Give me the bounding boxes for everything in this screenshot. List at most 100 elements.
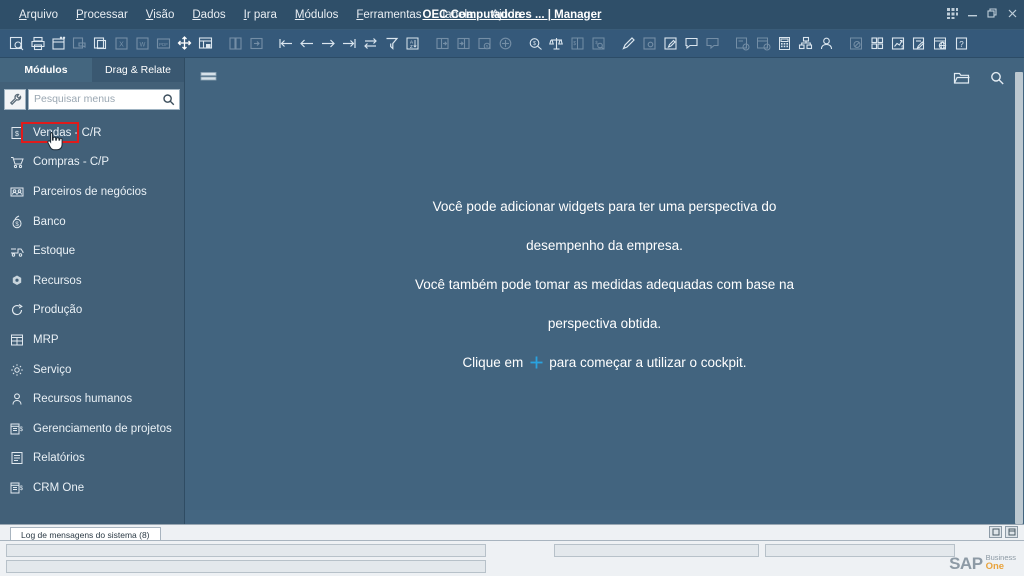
menu-ferramentas[interactable]: Ferramentas [347,5,430,25]
wrench-icon[interactable] [4,88,26,110]
status-field-2[interactable] [554,543,759,557]
sap-business-one-logo: SAP Business One [949,554,1016,572]
status-row-2 [6,559,1018,573]
sidebar-item-mrp[interactable]: MRP [0,325,184,355]
copy-icon[interactable] [90,33,111,54]
status-row-1 [6,543,1018,557]
excel-icon[interactable]: X [111,33,132,54]
scrollbar-thumb[interactable] [1015,72,1023,524]
title-bar: Arquivo Processar Visão Dados Ir para Mó… [0,0,1024,30]
edit-icon[interactable] [618,33,639,54]
volume-weight-icon[interactable] [495,33,516,54]
first-record-icon[interactable] [276,33,297,54]
status-field-1[interactable] [6,543,486,557]
tab-modulos[interactable]: Módulos [0,58,92,82]
help-icon[interactable]: ? [951,33,972,54]
menu-ajuda[interactable]: Ajuda [482,5,529,25]
sidebar-item-recursos[interactable]: Recursos [0,266,184,296]
sidebar-item-label: Recursos humanos [33,393,133,406]
duplicate-row-icon[interactable] [453,33,474,54]
sort-icon[interactable]: AZ [402,33,423,54]
main-scrollbar[interactable] [1014,58,1024,524]
hamburger-icon[interactable] [199,68,219,88]
approval-icon[interactable] [909,33,930,54]
menu-processar[interactable]: Processar [67,5,137,25]
layout-grid-icon[interactable] [867,33,888,54]
previous-record-icon[interactable] [297,33,318,54]
word-icon[interactable]: W [132,33,153,54]
lock-layout-icon[interactable] [195,33,216,54]
print-layout-icon[interactable] [48,33,69,54]
relationship-map-icon[interactable] [795,33,816,54]
sap-business-one-window: Arquivo Processar Visão Dados Ir para Mó… [0,0,1024,576]
menu-modulos[interactable]: Módulos [286,5,347,25]
search-input[interactable]: Pesquisar menus [28,88,180,110]
status-field-3[interactable] [765,543,955,557]
restore-icon[interactable] [987,7,998,22]
svg-text:?: ? [959,40,964,49]
log-tab[interactable]: Log de mensagens do sistema (8) [10,527,161,541]
sidebar-item-label: Compras - C/P [33,156,110,169]
sidebar-item-parceiros[interactable]: Parceiros de negócios [0,177,184,207]
menu-ir-para[interactable]: Ir para [235,5,286,25]
document-search-icon[interactable]: $ [588,33,609,54]
main-toolbar: X W PDF A Z $ $ $ $ i i $ ? [0,30,1024,58]
minimize-icon[interactable] [967,8,978,22]
sidebar-item-label: Recursos [33,274,82,287]
email-icon[interactable] [69,33,90,54]
swap-icon[interactable] [360,33,381,54]
sidebar-item-compras[interactable]: Compras - C/P [0,148,184,178]
user-icon[interactable] [816,33,837,54]
status-field-4[interactable] [6,559,486,573]
sidebar-item-estoque[interactable]: Estoque [0,236,184,266]
svg-text:X: X [119,42,124,49]
find-icon[interactable] [225,33,246,54]
sidebar-item-recursos-humanos[interactable]: Recursos humanos [0,384,184,414]
add-row-icon[interactable] [432,33,453,54]
gross-profit-icon[interactable]: $ [474,33,495,54]
info-window-icon[interactable]: i [753,33,774,54]
maximize-small-icon[interactable] [1005,526,1018,538]
sidebar-item-crm-one[interactable]: $ CRM One [0,473,184,503]
grid-icon[interactable] [947,7,958,22]
message-icon[interactable] [681,33,702,54]
settings-doc-icon[interactable] [639,33,660,54]
document-columns-icon[interactable]: $ [567,33,588,54]
restricted-icon[interactable] [846,33,867,54]
browser-icon[interactable] [930,33,951,54]
balance-icon[interactable]: $ [525,33,546,54]
pdf-icon[interactable]: PDF [153,33,174,54]
search-icon[interactable] [984,66,1010,90]
menu-visao[interactable]: Visão [137,5,184,25]
next-record-icon[interactable] [318,33,339,54]
user-defined-icon[interactable] [660,33,681,54]
message-sent-icon[interactable] [702,33,723,54]
goto-icon[interactable] [246,33,267,54]
tab-drag-relate[interactable]: Drag & Relate [92,58,184,82]
chart-icon[interactable]: $ [888,33,909,54]
preview-icon[interactable] [6,33,27,54]
info-doc-icon[interactable]: i [732,33,753,54]
sidebar-item-producao[interactable]: Produção [0,296,184,326]
payment-means-icon[interactable] [546,33,567,54]
cockpit-line-1: Você pode adicionar widgets para ter uma… [432,198,777,214]
open-folder-icon[interactable] [948,66,974,90]
sidebar-item-relatorios[interactable]: Relatórios [0,444,184,474]
sidebar-item-gerenciamento-projetos[interactable]: $ Gerenciamento de projetos [0,414,184,444]
sidebar-item-label: Gerenciamento de projetos [33,422,172,435]
menu-arquivo[interactable]: Arquivo [10,5,67,25]
filter-icon[interactable] [381,33,402,54]
move-icon[interactable] [174,33,195,54]
cockpit-area: Você pode adicionar widgets para ter uma… [185,58,1024,524]
restore-small-icon[interactable] [989,526,1002,538]
menu-dados[interactable]: Dados [183,5,234,25]
sidebar-item-servico[interactable]: Serviço [0,355,184,385]
sidebar-item-banco[interactable]: $ Banco [0,207,184,237]
print-icon[interactable] [27,33,48,54]
sidebar-item-vendas[interactable]: $ Vendas - C/R [0,118,184,148]
last-record-icon[interactable] [339,33,360,54]
calculator-icon[interactable] [774,33,795,54]
search-icon[interactable] [157,90,179,109]
close-icon[interactable] [1007,8,1018,22]
menu-janela[interactable]: Janela [431,5,483,25]
